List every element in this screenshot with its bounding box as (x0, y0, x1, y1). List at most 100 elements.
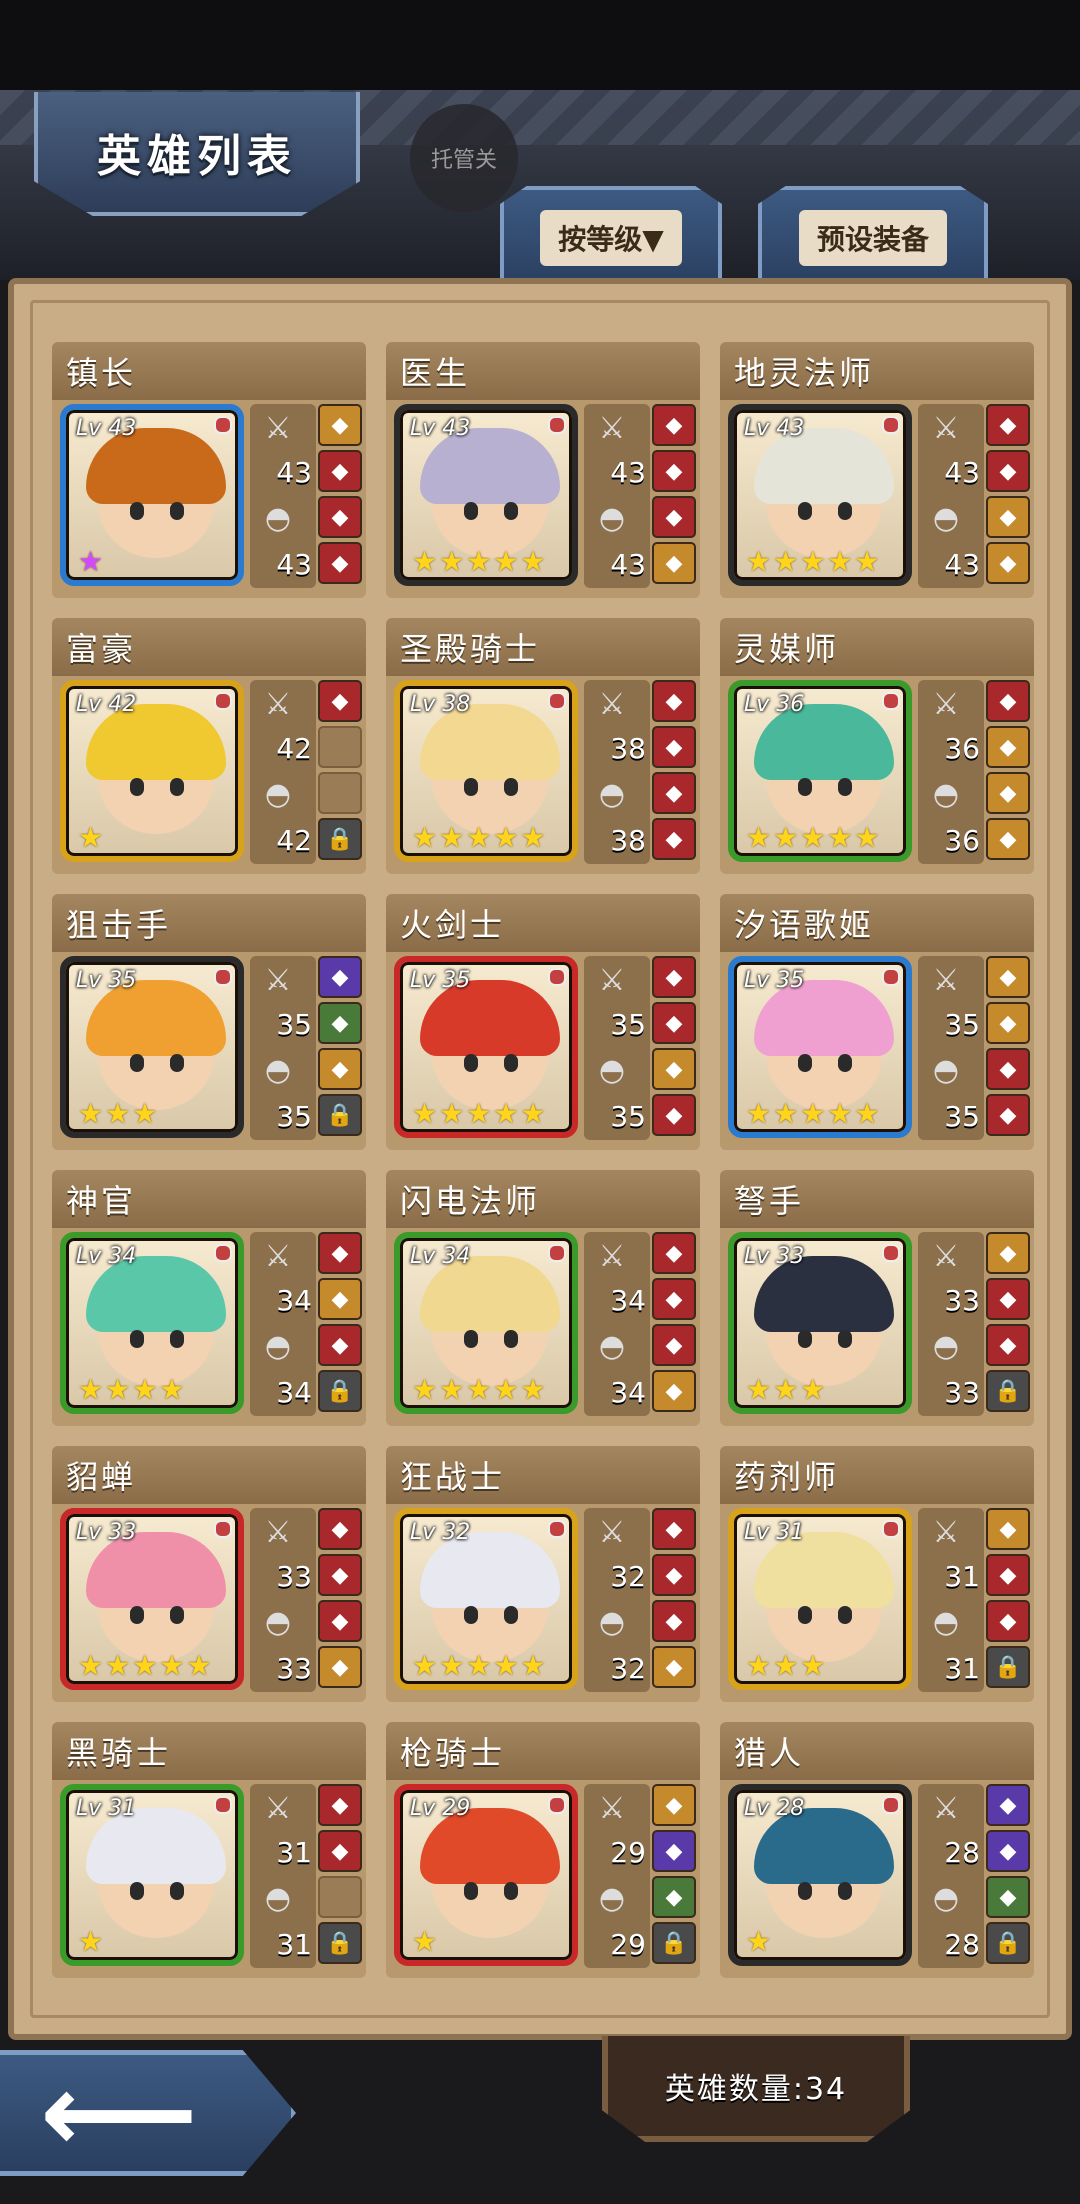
equipment-slot[interactable]: ◆ (652, 1278, 696, 1320)
hero-portrait[interactable]: Lv 34 ★ ★ ★ ★ ★ (394, 1232, 578, 1414)
equipment-slot[interactable]: ◆ (652, 1094, 696, 1136)
equipment-slot[interactable]: ◆ (652, 956, 696, 998)
hero-portrait[interactable]: Lv 31 ★ ★ ★ (728, 1508, 912, 1690)
equipment-slot[interactable]: ◆ (652, 1600, 696, 1642)
equipment-slot[interactable]: ◆ (986, 1784, 1030, 1826)
equipment-slot[interactable]: ◆ (652, 404, 696, 446)
equipment-slot[interactable]: ◆ (318, 1830, 362, 1872)
equipment-slot[interactable]: ◆ (986, 1554, 1030, 1596)
equipment-slot[interactable]: ◆ (318, 1048, 362, 1090)
equipment-slot[interactable]: ◆ (986, 1876, 1030, 1918)
lock-icon[interactable]: 🔒 (318, 1922, 362, 1964)
hero-portrait[interactable]: Lv 33 ★ ★ ★ (728, 1232, 912, 1414)
tab-preset-equipment[interactable]: 预设装备 (758, 186, 988, 286)
lock-icon[interactable]: 🔒 (986, 1646, 1030, 1688)
hero-card[interactable]: 汐语歌姬 Lv 35 ★ ★ ★ ★ ★ ⚔ 35 ◓ 35 ◆ ◆ ◆ ◆ (720, 894, 1034, 1156)
empty-equipment-slot[interactable] (318, 772, 362, 814)
hero-card[interactable]: 弩手 Lv 33 ★ ★ ★ ⚔ 33 ◓ 33 ◆ ◆ ◆ 🔒 (720, 1170, 1034, 1432)
equipment-slot[interactable]: ◆ (318, 680, 362, 722)
equipment-slot[interactable]: ◆ (652, 1048, 696, 1090)
hero-portrait[interactable]: Lv 35 ★ ★ ★ ★ ★ (728, 956, 912, 1138)
lock-icon[interactable]: 🔒 (318, 1094, 362, 1136)
equipment-slot[interactable]: ◆ (652, 818, 696, 860)
hero-portrait[interactable]: Lv 33 ★ ★ ★ ★ ★ (60, 1508, 244, 1690)
hero-portrait[interactable]: Lv 36 ★ ★ ★ ★ ★ (728, 680, 912, 862)
equipment-slot[interactable]: ◆ (986, 1232, 1030, 1274)
equipment-slot[interactable]: ◆ (652, 1324, 696, 1366)
equipment-slot[interactable]: ◆ (652, 1002, 696, 1044)
tab-sort-by-level[interactable]: 按等级▼ (500, 186, 722, 286)
lock-icon[interactable]: 🔒 (318, 1370, 362, 1412)
equipment-slot[interactable]: ◆ (318, 1784, 362, 1826)
equipment-slot[interactable]: ◆ (986, 1508, 1030, 1550)
equipment-slot[interactable]: ◆ (986, 956, 1030, 998)
equipment-slot[interactable]: ◆ (318, 956, 362, 998)
equipment-slot[interactable]: ◆ (986, 404, 1030, 446)
equipment-slot[interactable]: ◆ (986, 772, 1030, 814)
equipment-slot[interactable]: ◆ (318, 542, 362, 584)
hero-card[interactable]: 地灵法师 Lv 43 ★ ★ ★ ★ ★ ⚔ 43 ◓ 43 ◆ ◆ ◆ ◆ (720, 342, 1034, 604)
hero-card[interactable]: 狙击手 Lv 35 ★ ★ ★ ⚔ 35 ◓ 35 ◆ ◆ ◆ 🔒 (52, 894, 366, 1156)
lock-icon[interactable]: 🔒 (986, 1922, 1030, 1964)
equipment-slot[interactable]: ◆ (652, 772, 696, 814)
equipment-slot[interactable]: ◆ (986, 542, 1030, 584)
lock-icon[interactable]: 🔒 (318, 818, 362, 860)
lock-icon[interactable]: 🔒 (986, 1370, 1030, 1412)
equipment-slot[interactable]: ◆ (318, 1646, 362, 1688)
hero-portrait[interactable]: Lv 35 ★ ★ ★ ★ ★ (394, 956, 578, 1138)
equipment-slot[interactable]: ◆ (652, 1646, 696, 1688)
equipment-slot[interactable]: ◆ (318, 450, 362, 492)
hero-portrait[interactable]: Lv 29 ★ (394, 1784, 578, 1966)
back-button[interactable]: ⟵ (0, 2050, 296, 2176)
hero-card[interactable]: 黑骑士 Lv 31 ★ ⚔ 31 ◓ 31 ◆ ◆ 🔒 (52, 1722, 366, 1984)
hero-card[interactable]: 闪电法师 Lv 34 ★ ★ ★ ★ ★ ⚔ 34 ◓ 34 ◆ ◆ ◆ ◆ (386, 1170, 700, 1432)
equipment-slot[interactable]: ◆ (986, 1830, 1030, 1872)
empty-equipment-slot[interactable] (318, 1876, 362, 1918)
equipment-slot[interactable]: ◆ (652, 726, 696, 768)
equipment-slot[interactable]: ◆ (318, 1554, 362, 1596)
hero-card[interactable]: 火剑士 Lv 35 ★ ★ ★ ★ ★ ⚔ 35 ◓ 35 ◆ ◆ ◆ ◆ (386, 894, 700, 1156)
lock-icon[interactable]: 🔒 (652, 1922, 696, 1964)
equipment-slot[interactable]: ◆ (652, 1876, 696, 1918)
hero-card[interactable]: 圣殿骑士 Lv 38 ★ ★ ★ ★ ★ ⚔ 38 ◓ 38 ◆ ◆ ◆ ◆ (386, 618, 700, 880)
hero-portrait[interactable]: Lv 34 ★ ★ ★ ★ (60, 1232, 244, 1414)
equipment-slot[interactable]: ◆ (986, 450, 1030, 492)
equipment-slot[interactable]: ◆ (652, 496, 696, 538)
hero-card[interactable]: 猎人 Lv 28 ★ ⚔ 28 ◓ 28 ◆ ◆ ◆ 🔒 (720, 1722, 1034, 1984)
hero-card[interactable]: 镇长 Lv 43 ★ ⚔ 43 ◓ 43 ◆ ◆ ◆ ◆ (52, 342, 366, 604)
equipment-slot[interactable]: ◆ (986, 818, 1030, 860)
equipment-slot[interactable]: ◆ (318, 1002, 362, 1044)
equipment-slot[interactable]: ◆ (652, 542, 696, 584)
hero-card[interactable]: 神官 Lv 34 ★ ★ ★ ★ ⚔ 34 ◓ 34 ◆ ◆ ◆ 🔒 (52, 1170, 366, 1432)
hero-portrait[interactable]: Lv 28 ★ (728, 1784, 912, 1966)
equipment-slot[interactable]: ◆ (652, 1508, 696, 1550)
equipment-slot[interactable]: ◆ (318, 1324, 362, 1366)
auto-button[interactable]: 托管关 (410, 104, 518, 212)
hero-card[interactable]: 貂蝉 Lv 33 ★ ★ ★ ★ ★ ⚔ 33 ◓ 33 ◆ ◆ ◆ ◆ (52, 1446, 366, 1708)
hero-portrait[interactable]: Lv 43 ★ ★ ★ ★ ★ (728, 404, 912, 586)
equipment-slot[interactable]: ◆ (652, 450, 696, 492)
equipment-slot[interactable]: ◆ (652, 1830, 696, 1872)
equipment-slot[interactable]: ◆ (318, 404, 362, 446)
hero-portrait[interactable]: Lv 31 ★ (60, 1784, 244, 1966)
equipment-slot[interactable]: ◆ (652, 1232, 696, 1274)
equipment-slot[interactable]: ◆ (986, 726, 1030, 768)
hero-portrait[interactable]: Lv 32 ★ ★ ★ ★ ★ (394, 1508, 578, 1690)
hero-portrait[interactable]: Lv 43 ★ ★ ★ ★ ★ (394, 404, 578, 586)
equipment-slot[interactable]: ◆ (318, 1600, 362, 1642)
empty-equipment-slot[interactable] (318, 726, 362, 768)
hero-card[interactable]: 狂战士 Lv 32 ★ ★ ★ ★ ★ ⚔ 32 ◓ 32 ◆ ◆ ◆ ◆ (386, 1446, 700, 1708)
hero-card[interactable]: 药剂师 Lv 31 ★ ★ ★ ⚔ 31 ◓ 31 ◆ ◆ ◆ 🔒 (720, 1446, 1034, 1708)
equipment-slot[interactable]: ◆ (986, 1324, 1030, 1366)
equipment-slot[interactable]: ◆ (986, 1278, 1030, 1320)
hero-portrait[interactable]: Lv 43 ★ (60, 404, 244, 586)
equipment-slot[interactable]: ◆ (652, 1784, 696, 1826)
hero-card[interactable]: 枪骑士 Lv 29 ★ ⚔ 29 ◓ 29 ◆ ◆ ◆ 🔒 (386, 1722, 700, 1984)
equipment-slot[interactable]: ◆ (986, 1002, 1030, 1044)
equipment-slot[interactable]: ◆ (986, 1094, 1030, 1136)
equipment-slot[interactable]: ◆ (318, 496, 362, 538)
equipment-slot[interactable]: ◆ (652, 1554, 696, 1596)
equipment-slot[interactable]: ◆ (986, 496, 1030, 538)
hero-portrait[interactable]: Lv 42 ★ (60, 680, 244, 862)
equipment-slot[interactable]: ◆ (986, 1600, 1030, 1642)
